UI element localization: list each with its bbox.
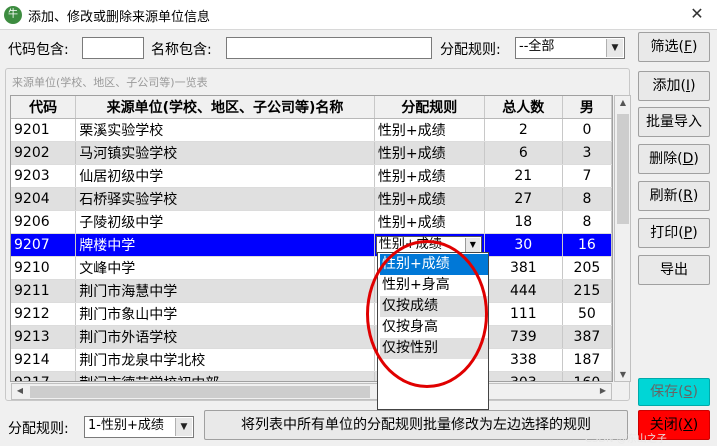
delete-button[interactable]: 删除(D) (638, 144, 710, 174)
header-total[interactable]: 总人数 (484, 96, 563, 119)
add-button[interactable]: 添加(I) (638, 71, 710, 101)
unit-grid[interactable]: 代码 来源单位(学校、地区、子公司等)名称 分配规则 总人数 男 9201 栗溪实… (10, 95, 613, 382)
table-row[interactable]: 9212 荆门市象山中学 111 50 (11, 302, 612, 326)
arrow-left-icon[interactable]: ◀ (14, 386, 26, 395)
filter-button[interactable]: 筛选(F) (638, 32, 710, 62)
table-row-selected[interactable]: 9207 牌楼中学 性别+成绩 ▼ 30 16 (11, 233, 612, 257)
arrow-down-icon[interactable]: ▼ (617, 370, 629, 379)
save-button[interactable]: 保存(S) (638, 378, 710, 406)
chevron-down-icon: ▼ (175, 418, 192, 436)
table-header-row: 代码 来源单位(学校、地区、子公司等)名称 分配规则 总人数 男 (11, 96, 612, 119)
export-button[interactable]: 导出 (638, 255, 710, 285)
vertical-scroll-thumb[interactable] (617, 114, 629, 224)
refresh-button[interactable]: 刷新(R) (638, 181, 710, 211)
unit-list-title: 来源单位(学校、地区、子公司等)一览表 (12, 76, 208, 89)
rule-filter-value: --全部 (519, 39, 555, 54)
batch-import-button[interactable]: 批量导入 (638, 107, 710, 137)
unit-table: 代码 来源单位(学校、地区、子公司等)名称 分配规则 总人数 男 9201 栗溪实… (11, 96, 612, 381)
window-title: 添加、修改或删除来源单位信息 (28, 10, 211, 25)
bottom-rule-label: 分配规则: (8, 421, 69, 437)
name-filter-input[interactable] (226, 37, 432, 59)
batch-modify-rule-button[interactable]: 将列表中所有单位的分配规则批量修改为左边选择的规则 (204, 410, 628, 440)
table-row[interactable]: 9214 荆门市龙泉中学北校 338 187 (11, 348, 612, 372)
annotation-oval (366, 240, 488, 388)
table-row[interactable]: 9217荆门市德艺学校初中部303160 (11, 371, 612, 381)
table-row[interactable]: 9202 马河镇实验学校 性别+成绩 6 3 (11, 141, 612, 165)
arrow-up-icon[interactable]: ▲ (617, 98, 629, 107)
table-row[interactable]: 9210 文峰中学 381 205 (11, 256, 612, 280)
bottom-rule-value: 1-性别+成绩 (88, 418, 164, 433)
table-row[interactable]: 9206 子陵初级中学 性别+成绩 18 8 (11, 210, 612, 234)
code-filter-input[interactable] (82, 37, 144, 59)
chevron-down-icon: ▼ (606, 39, 623, 57)
vertical-scrollbar[interactable]: ▲ ▼ (614, 95, 631, 382)
header-unit-name[interactable]: 来源单位(学校、地区、子公司等)名称 (75, 96, 375, 119)
app-icon: 牛 (4, 6, 22, 24)
rule-filter-label: 分配规则: (440, 42, 501, 58)
table-row[interactable]: 9203 仙居初级中学 性别+成绩 21 7 (11, 164, 612, 188)
header-male[interactable]: 男 (562, 96, 612, 119)
horizontal-scroll-thumb[interactable] (30, 386, 370, 398)
rule-filter-select[interactable]: --全部 ▼ (515, 37, 625, 59)
name-filter-label: 名称包含: (151, 42, 212, 58)
table-row[interactable]: 9201 栗溪实验学校 性别+成绩 2 0 (11, 118, 612, 142)
bottom-rule-select[interactable]: 1-性别+成绩 ▼ (84, 416, 194, 438)
table-row[interactable]: 9204 石桥驿实验学校 性别+成绩 27 8 (11, 187, 612, 211)
table-row[interactable]: 9213 荆门市外语学校 739 387 (11, 325, 612, 349)
chevron-down-icon[interactable]: ▼ (464, 238, 480, 252)
watermark: CSDN @东山之子 (585, 434, 667, 445)
header-code[interactable]: 代码 (11, 96, 77, 119)
window-close-button[interactable]: ✕ (682, 2, 712, 26)
horizontal-scrollbar[interactable]: ◀ ▶ (11, 383, 612, 400)
arrow-right-icon[interactable]: ▶ (597, 386, 609, 395)
print-button[interactable]: 打印(P) (638, 218, 710, 248)
header-rule[interactable]: 分配规则 (374, 96, 485, 119)
code-filter-label: 代码包含: (8, 42, 69, 58)
table-row[interactable]: 9211 荆门市海慧中学 444 215 (11, 279, 612, 303)
